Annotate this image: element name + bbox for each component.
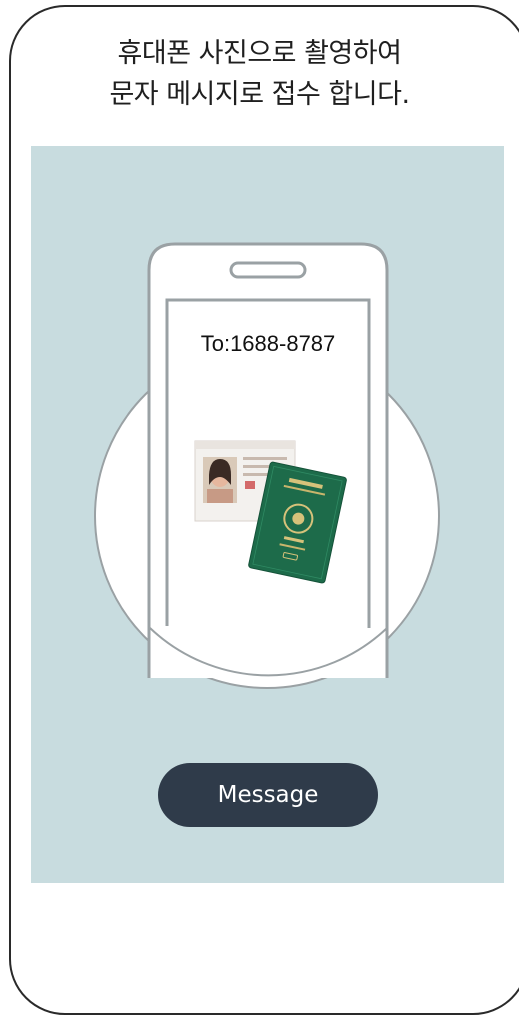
page-title: 휴대폰 사진으로 촬영하여 문자 메시지로 접수 합니다.: [0, 33, 519, 115]
illustration-panel: To:1688-8787 Message: [31, 146, 504, 883]
message-button[interactable]: Message: [158, 763, 378, 827]
speaker-slot: [229, 261, 307, 279]
title-line-2: 문자 메시지로 접수 합니다.: [109, 79, 410, 110]
recipient-number: To:1688-8787: [200, 331, 336, 356]
title-line-1: 휴대폰 사진으로 촬영하여: [117, 38, 402, 69]
documents-illustration: [194, 440, 347, 584]
